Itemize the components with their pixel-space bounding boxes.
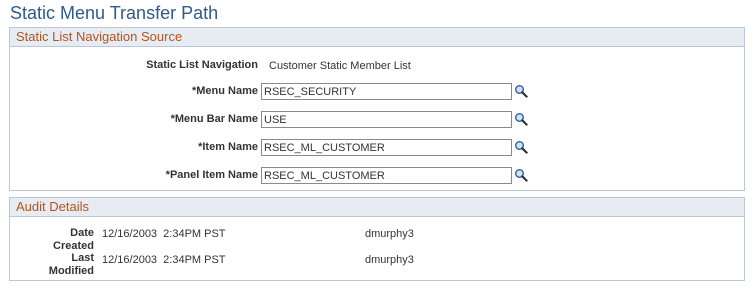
date-created-label: Date Created	[30, 227, 94, 253]
menu-name-lookup-icon[interactable]	[514, 84, 528, 98]
menu-bar-name-label: *Menu Bar Name	[170, 113, 258, 125]
last-modified-label-line2: Modified	[48, 265, 94, 277]
item-name-label: *Item Name	[198, 141, 258, 153]
item-name-lookup-icon[interactable]	[514, 140, 528, 154]
date-created-label-line1: Date	[70, 227, 94, 239]
static-list-navigation-source-group: Static List Navigation Source Static Lis…	[9, 27, 745, 191]
modified-by-value: dmurphy3	[365, 254, 414, 266]
last-modified-label-line1: Last	[71, 252, 94, 264]
last-modified-label: Last Modified	[30, 252, 94, 278]
item-name-field[interactable]	[261, 139, 512, 156]
panel-item-name-lookup-icon[interactable]	[514, 168, 528, 182]
last-modified-value: 12/16/2003 2:34PM PST	[102, 254, 226, 266]
date-created-value: 12/16/2003 2:34PM PST	[102, 228, 226, 240]
panel-item-name-label: *Panel Item Name	[165, 169, 258, 181]
created-by-value: dmurphy3	[365, 228, 414, 240]
audit-details-group: Audit Details Date Created 12/16/2003 2:…	[9, 197, 745, 281]
menu-name-label: *Menu Name	[191, 85, 258, 97]
menu-bar-name-lookup-icon[interactable]	[514, 112, 528, 126]
group-header-audit-details: Audit Details	[10, 198, 744, 217]
static-list-navigation-value: Customer Static Member List	[269, 60, 411, 72]
page-title: Static Menu Transfer Path	[10, 3, 219, 23]
menu-bar-name-field[interactable]	[261, 111, 512, 128]
menu-name-field[interactable]	[261, 83, 512, 100]
static-list-navigation-label: Static List Navigation	[146, 59, 258, 71]
panel-item-name-field[interactable]	[261, 167, 512, 184]
group-header-navigation-source: Static List Navigation Source	[10, 28, 744, 47]
